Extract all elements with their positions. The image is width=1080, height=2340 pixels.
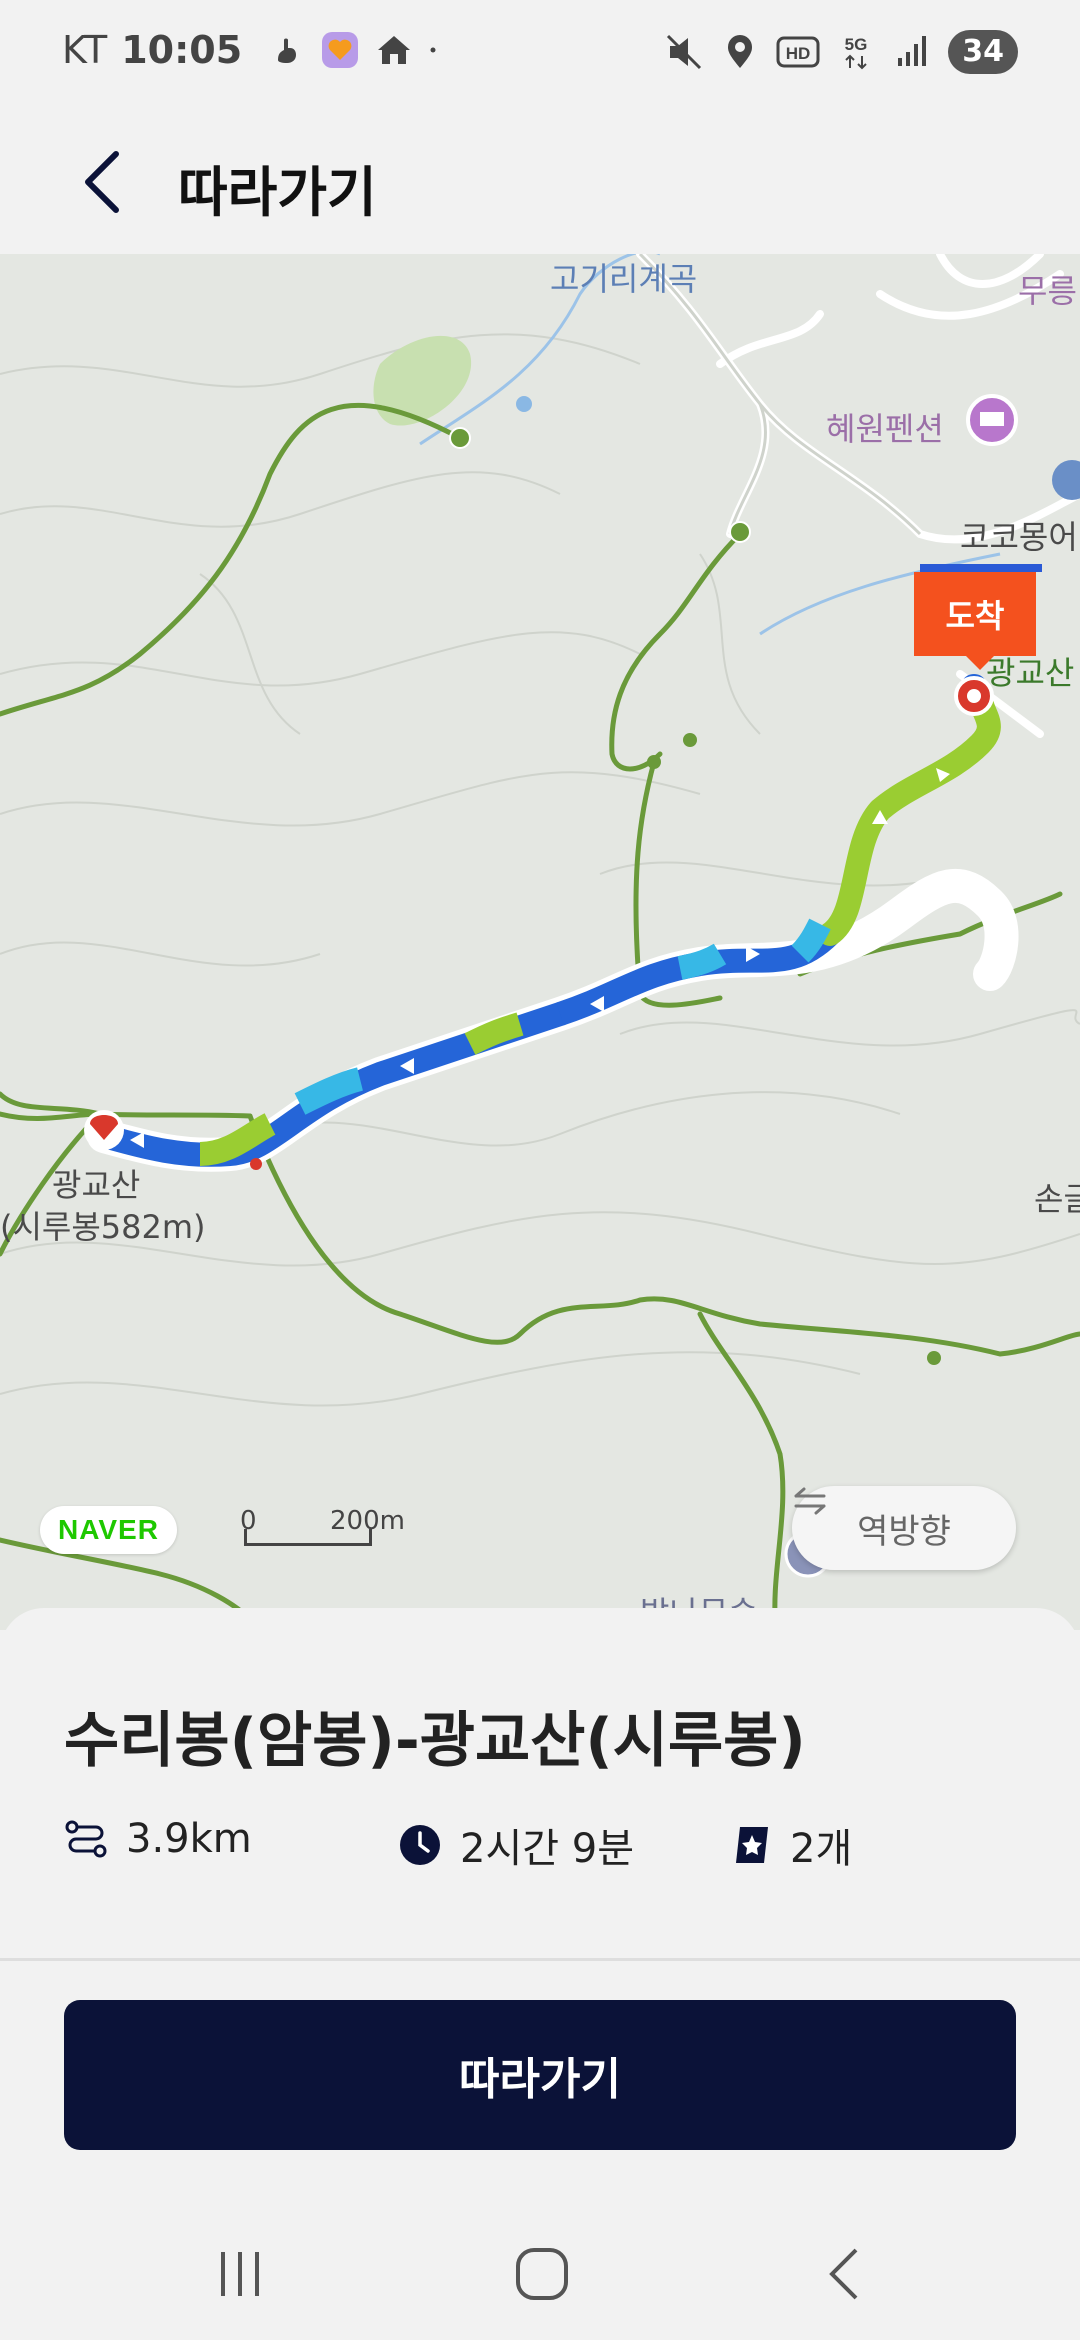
follow-button[interactable]: 따라가기 bbox=[64, 2000, 1016, 2150]
map-scale-bar: 0 200m bbox=[240, 1506, 405, 1550]
stamp-value: 2개 bbox=[790, 1826, 853, 1872]
battery-icon: 34 bbox=[948, 30, 1018, 74]
clock: 10:05 bbox=[121, 28, 243, 72]
stamp-stat: 2개 bbox=[732, 1816, 852, 1874]
svg-text:HD: HD bbox=[786, 44, 811, 63]
back-button[interactable] bbox=[62, 142, 142, 222]
course-info-sheet: 수리봉(암봉)-광교산(시루봉) 3.9km 2시간 9분 2개 bbox=[0, 1608, 1080, 1960]
scale-line bbox=[244, 1529, 372, 1546]
status-bar: KT 10:05 HD 5G 34 bbox=[0, 0, 1080, 112]
app-header: 따라가기 bbox=[0, 112, 1080, 254]
hd-icon: HD bbox=[776, 36, 820, 68]
map-label-partial-top-right: 무릉 bbox=[1018, 272, 1077, 310]
signal-icon bbox=[898, 36, 927, 66]
reverse-direction-label: 역방향 bbox=[857, 1511, 951, 1552]
heart-app-icon bbox=[322, 32, 359, 68]
arrive-marker-label: 도착 bbox=[914, 564, 1042, 670]
chevron-left-icon bbox=[85, 151, 119, 213]
home-app-icon bbox=[378, 36, 411, 64]
route-icon bbox=[65, 1820, 107, 1858]
map-label-start-peak-detail: (시루봉582m) bbox=[0, 1208, 206, 1246]
map-label-cocomong: 코코몽어 bbox=[960, 518, 1078, 556]
location-icon bbox=[728, 35, 753, 68]
duration-stat: 2시간 9분 bbox=[398, 1816, 634, 1874]
map-label-start-peak-name: 광교산 bbox=[52, 1166, 141, 1204]
course-stats: 3.9km 2시간 9분 2개 bbox=[64, 1816, 1024, 1876]
5g-icon: 5G bbox=[845, 35, 868, 70]
map-label-pension: 혜원펜션 bbox=[826, 410, 944, 448]
nav-back-button[interactable] bbox=[804, 2244, 884, 2304]
carrier-label: KT bbox=[62, 28, 108, 72]
distance-stat: 3.9km bbox=[64, 1816, 252, 1862]
system-nav-bar bbox=[0, 2200, 1080, 2340]
swap-arrows-icon bbox=[794, 1487, 826, 1515]
dot-icon bbox=[430, 47, 436, 53]
map-view[interactable]: 고기리계곡 혜원펜션 무릉 코코몽어 광교산 광교산 (시루봉582m) 손글 … bbox=[0, 254, 1080, 1630]
duration-value: 2시간 9분 bbox=[460, 1826, 635, 1872]
home-button[interactable] bbox=[502, 2244, 582, 2304]
course-title: 수리봉(암봉)-광교산(시루봉) bbox=[64, 1706, 806, 1776]
hand-icon bbox=[278, 38, 297, 63]
page-title: 따라가기 bbox=[178, 161, 377, 224]
clock-icon bbox=[400, 1825, 440, 1865]
sheet-divider bbox=[0, 1958, 1080, 1961]
stamp-badge-icon bbox=[736, 1827, 768, 1863]
home-icon bbox=[516, 2248, 568, 2300]
svg-text:5G: 5G bbox=[845, 35, 868, 54]
recent-apps-icon bbox=[221, 2252, 259, 2296]
naver-logo: NAVER bbox=[40, 1506, 177, 1554]
map-canvas bbox=[0, 254, 1080, 1630]
distance-value: 3.9km bbox=[126, 1816, 252, 1862]
map-label-valley: 고기리계곡 bbox=[550, 260, 698, 298]
reverse-direction-button[interactable]: 역방향 bbox=[792, 1486, 1016, 1570]
mute-icon bbox=[667, 34, 702, 70]
back-icon bbox=[829, 2248, 858, 2300]
recent-apps-button[interactable] bbox=[200, 2244, 280, 2304]
map-label-right-edge: 손글 bbox=[1034, 1180, 1080, 1218]
